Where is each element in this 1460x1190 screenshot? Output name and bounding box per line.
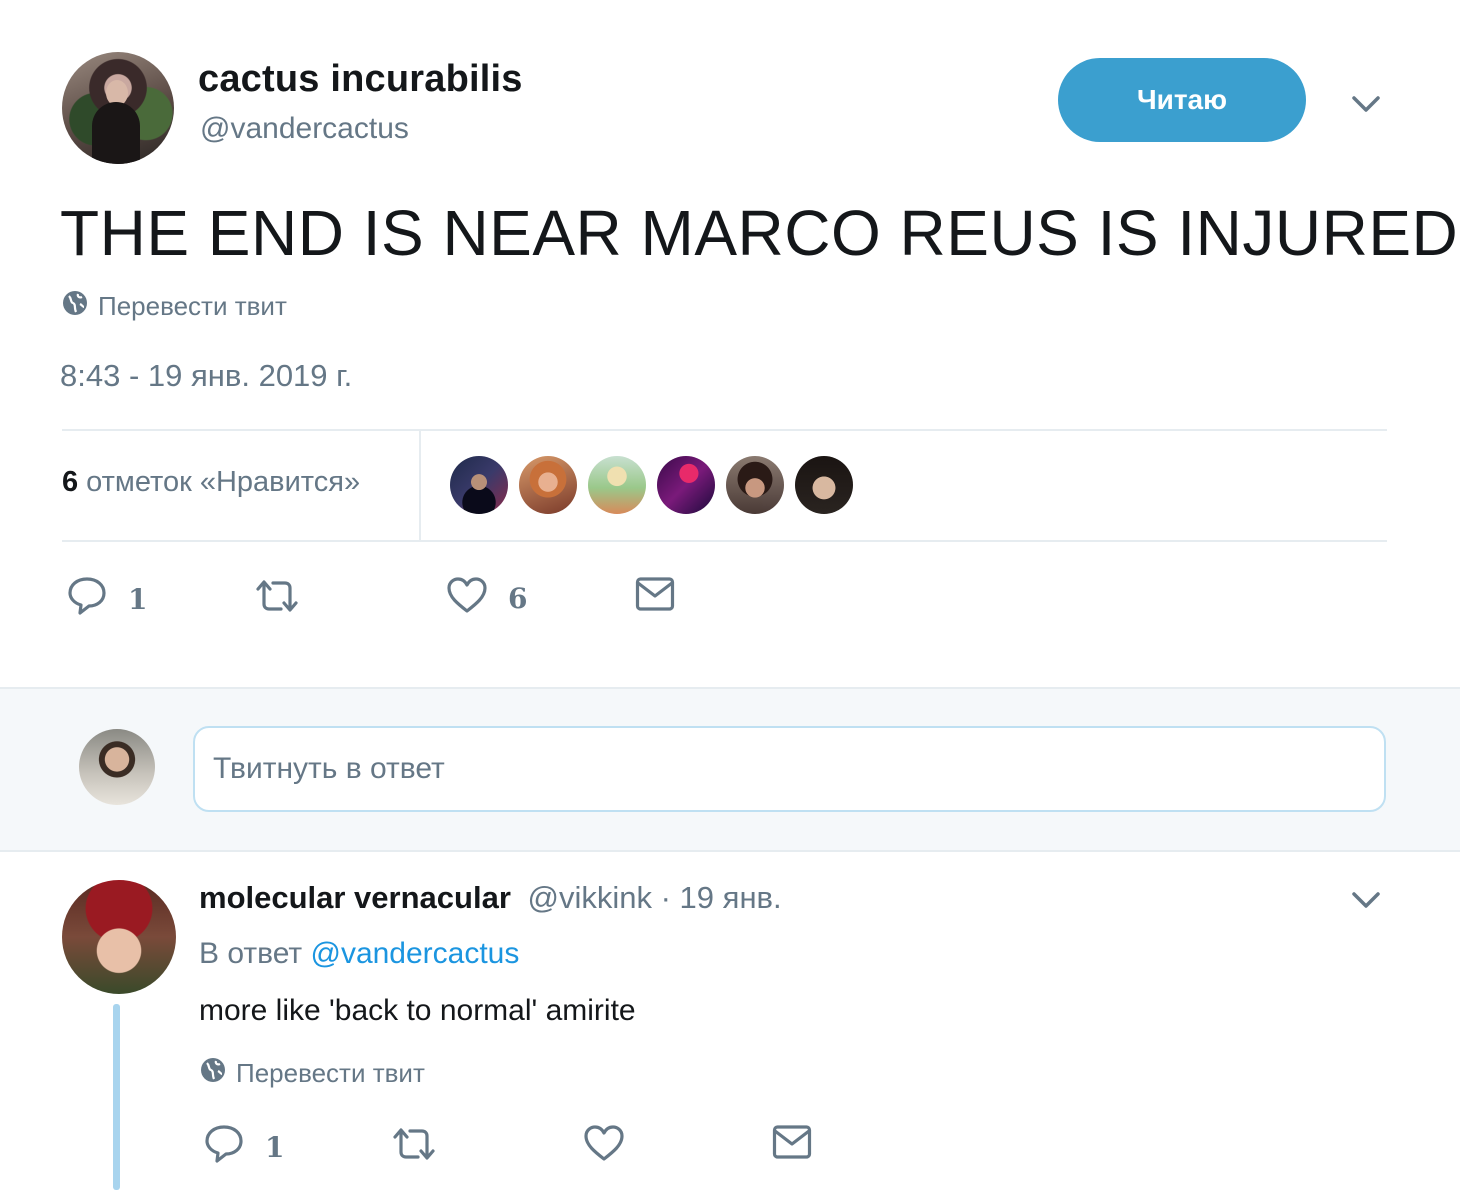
like-count: 6 (508, 582, 528, 615)
liker-avatar[interactable] (795, 456, 853, 514)
author-handle[interactable]: @vandercactus (200, 112, 409, 146)
direct-message-action[interactable] (635, 576, 675, 619)
tweet-text: THE END IS NEAR MARCO REUS IS INJURED (60, 197, 1459, 269)
reply-input[interactable]: Твитнуть в ответ (193, 726, 1386, 812)
likers-avatars (450, 456, 853, 514)
like-action[interactable] (583, 1124, 645, 1169)
liker-avatar[interactable] (657, 456, 715, 514)
in-reply-to: В ответ @vandercactus (199, 937, 519, 971)
liker-avatar[interactable] (726, 456, 784, 514)
reply-header: molecular vernacular @vikkink · 19 янв. (199, 880, 782, 916)
reply-icon (203, 1124, 245, 1171)
liker-avatar[interactable] (450, 456, 508, 514)
tweet-timestamp[interactable]: 8:43 - 19 янв. 2019 г. (60, 358, 352, 394)
divider (62, 429, 1387, 431)
chevron-down-icon[interactable] (1348, 882, 1384, 918)
envelope-icon (635, 576, 675, 619)
chevron-down-icon[interactable] (1348, 86, 1384, 122)
liker-avatar[interactable] (588, 456, 646, 514)
liker-avatar[interactable] (519, 456, 577, 514)
retweet-icon (391, 1126, 437, 1169)
likes-count: 6 (62, 466, 79, 498)
reply-icon (66, 576, 108, 623)
reply-author-name[interactable]: molecular vernacular (199, 880, 511, 915)
likes-stat[interactable]: 6 отметок «Нравится» (62, 466, 360, 499)
reply-text: more like 'back to normal' amirite (199, 994, 636, 1027)
reply-count: 1 (265, 1131, 285, 1164)
retweet-action[interactable] (391, 1126, 457, 1169)
retweet-icon (254, 578, 300, 621)
like-action[interactable]: 6 (446, 576, 527, 621)
reply-author-avatar[interactable] (62, 880, 176, 994)
direct-message-action[interactable] (772, 1124, 812, 1167)
mention-link[interactable]: @vandercactus (310, 937, 519, 970)
reply-author-handle[interactable]: @vikkink (528, 880, 652, 915)
likes-label: отметок «Нравится» (86, 466, 361, 498)
divider (62, 540, 1387, 542)
reply-time[interactable]: · 19 янв. (661, 880, 782, 915)
thread-line (113, 1004, 120, 1190)
in-reply-to-label: В ответ (199, 937, 303, 970)
reply-count: 1 (128, 583, 148, 616)
heart-icon (446, 576, 488, 621)
divider (419, 431, 421, 540)
globe-icon (62, 290, 88, 323)
author-display-name[interactable]: cactus incurabilis (198, 58, 523, 101)
following-button[interactable]: Читаю (1058, 58, 1306, 142)
envelope-icon (772, 1124, 812, 1167)
reply-action[interactable]: 1 (203, 1124, 284, 1171)
retweet-action[interactable] (254, 578, 320, 621)
translate-label: Перевести твит (236, 1058, 425, 1088)
translate-tweet-link[interactable]: Перевести твит (62, 290, 287, 323)
reply-action[interactable]: 1 (66, 576, 147, 623)
translate-label: Перевести твит (98, 291, 287, 321)
translate-tweet-link[interactable]: Перевести твит (200, 1057, 425, 1090)
current-user-avatar[interactable] (79, 729, 155, 805)
heart-icon (583, 1124, 625, 1169)
globe-icon (200, 1057, 226, 1090)
author-avatar[interactable] (62, 52, 174, 164)
